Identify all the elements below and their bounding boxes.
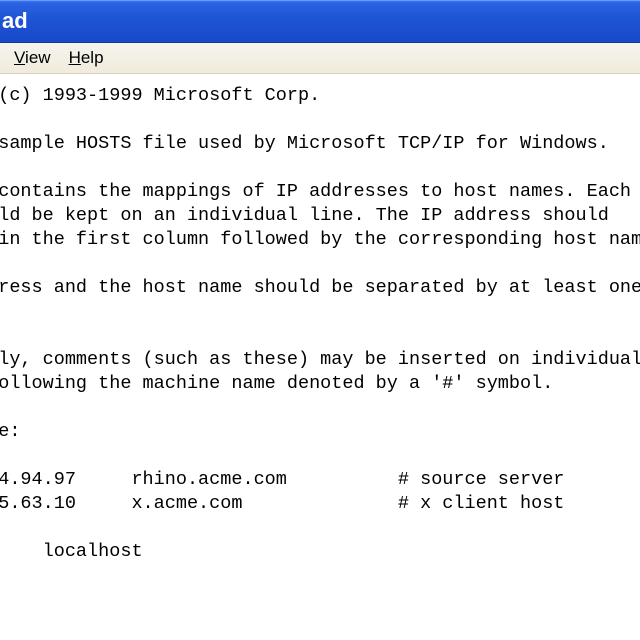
text-area[interactable]: # Copyright (c) 1993-1999 Microsoft Corp… bbox=[0, 74, 640, 640]
menu-view[interactable]: View bbox=[8, 46, 59, 70]
menubar: View Help bbox=[0, 43, 640, 74]
titlebar[interactable]: ad bbox=[0, 0, 640, 43]
menu-help-underline: H bbox=[69, 48, 81, 67]
menu-help[interactable]: Help bbox=[63, 46, 112, 70]
window-title: ad bbox=[2, 8, 28, 34]
notepad-window: ad View Help # Copyright (c) 1993-1999 M… bbox=[0, 0, 640, 640]
menu-help-rest: elp bbox=[81, 48, 104, 67]
menu-view-underline: V bbox=[14, 48, 25, 67]
menu-view-rest: iew bbox=[25, 48, 51, 67]
